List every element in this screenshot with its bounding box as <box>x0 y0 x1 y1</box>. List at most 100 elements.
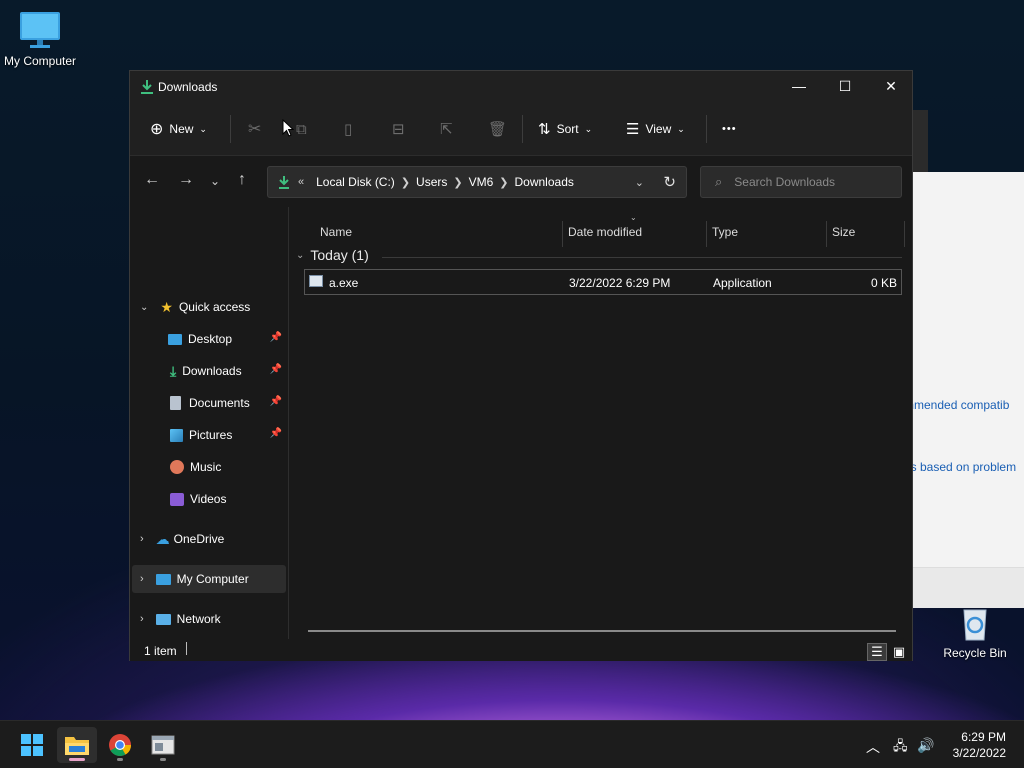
address-history-chevron-icon[interactable]: ⌄ <box>635 176 644 189</box>
desktop-icon-recycle-bin[interactable]: Recycle Bin <box>935 608 1015 660</box>
maximize-button[interactable]: ☐ <box>822 71 868 101</box>
breadcrumb-local-disk[interactable]: Local Disk (C:) <box>316 175 395 189</box>
chevron-up-icon[interactable]: ︿ <box>866 737 880 757</box>
taskbar-file-explorer[interactable] <box>57 727 97 763</box>
videos-icon <box>170 492 184 506</box>
nav-quick-access[interactable]: ⌄ ★ Quick access <box>132 293 286 321</box>
taskbar-chrome[interactable] <box>100 727 140 763</box>
column-header-type[interactable]: Type <box>712 217 738 247</box>
downloads-icon <box>141 80 153 94</box>
share-button[interactable]: ⇱ <box>440 117 453 141</box>
status-bar: 1 item <box>130 639 912 661</box>
nav-item-desktop[interactable]: Desktop 📌 <box>132 325 286 353</box>
recent-locations-chevron-icon[interactable]: ⌄ <box>210 174 220 188</box>
nav-label: Network <box>176 612 221 626</box>
file-size: 0 KB <box>870 276 897 290</box>
column-divider[interactable] <box>706 221 707 247</box>
address-bar[interactable]: « Local Disk (C:) ❯ Users ❯ VM6 ❯ Downlo… <box>267 166 687 198</box>
delete-button[interactable]: 🗑 <box>488 117 507 141</box>
address-row: ← → ⌄ ↑ « Local Disk (C:) ❯ Users ❯ VM6 … <box>130 156 912 206</box>
column-divider[interactable] <box>826 221 827 247</box>
horizontal-scrollbar[interactable] <box>308 630 896 632</box>
chevron-right-icon: ❯ <box>499 176 509 189</box>
nav-label: Pictures <box>189 428 233 442</box>
nav-onedrive[interactable]: › ☁ OneDrive <box>132 525 286 553</box>
minimize-button[interactable]: — <box>776 71 822 101</box>
new-label: New <box>169 122 194 136</box>
nav-my-computer[interactable]: › My Computer <box>132 565 286 593</box>
chevron-right-icon: ❯ <box>453 176 463 189</box>
sort-indicator-icon: ⌄ <box>630 213 637 222</box>
rename-icon: ⊟ <box>392 121 405 138</box>
computer-icon <box>155 573 171 585</box>
start-button[interactable] <box>12 727 52 763</box>
new-button[interactable]: ⊕ New ⌄ <box>150 117 207 141</box>
volume-icon[interactable]: 🔊 <box>917 737 934 754</box>
running-indicator <box>117 758 123 761</box>
details-view-icon[interactable]: ☰ <box>867 643 887 661</box>
refresh-icon[interactable]: ↻ <box>663 173 676 191</box>
tiles-view-icon[interactable]: ▣ <box>889 643 909 661</box>
sort-button[interactable]: ⇅ Sort ⌄ <box>538 117 592 141</box>
breadcrumb-downloads[interactable]: Downloads <box>515 175 574 189</box>
title-bar[interactable]: Downloads — ☐ ✕ <box>130 71 912 103</box>
scissors-icon: ✂ <box>248 121 262 138</box>
search-box[interactable]: ⌕ Search Downloads <box>700 166 902 198</box>
command-bar: ⊕ New ⌄ ✂ ⧉ ▯ ⊟ ⇱ 🗑 ⇅ Sort ⌄ ☰ View ⌄ ••… <box>130 103 912 156</box>
cloud-icon: ☁ <box>155 530 170 547</box>
star-icon: ★ <box>160 298 173 315</box>
compat-link[interactable]: mmended compatib <box>912 398 1009 412</box>
view-button[interactable]: ☰ View ⌄ <box>626 117 685 141</box>
plus-circle-icon: ⊕ <box>150 121 164 138</box>
cut-button[interactable]: ✂ <box>248 117 261 141</box>
nav-item-videos[interactable]: Videos <box>132 485 286 513</box>
copy-button[interactable]: ⧉ <box>296 117 307 141</box>
clock[interactable]: 6:29 PM 3/22/2022 <box>953 729 1006 761</box>
breadcrumb-vm6[interactable]: VM6 <box>469 175 494 189</box>
nav-item-documents[interactable]: Documents 📌 <box>132 389 286 417</box>
breadcrumb-users[interactable]: Users <box>416 175 447 189</box>
nav-item-pictures[interactable]: Pictures 📌 <box>132 421 286 449</box>
search-placeholder: Search Downloads <box>734 175 836 189</box>
problem-link[interactable]: gs based on problem <box>912 460 1016 474</box>
nav-item-downloads[interactable]: ⤓ Downloads 📌 <box>132 357 286 385</box>
sort-label: Sort <box>556 122 579 136</box>
overflow-crumb[interactable]: « <box>298 176 304 188</box>
pin-icon: 📌 <box>269 364 282 375</box>
nav-label: Videos <box>190 492 227 506</box>
window-title: Downloads <box>158 80 218 94</box>
column-header-size[interactable]: Size <box>832 217 855 247</box>
forward-arrow-icon[interactable]: → <box>178 171 194 189</box>
nav-item-music[interactable]: Music <box>132 453 286 481</box>
toolbar-divider <box>230 115 231 143</box>
nav-label: Quick access <box>178 300 251 314</box>
taskbar-app[interactable] <box>143 727 183 763</box>
file-name: a.exe <box>329 276 359 290</box>
active-indicator <box>69 758 85 761</box>
desktop-icon-my-computer[interactable]: My Computer <box>0 10 80 68</box>
desktop-icon-label: My Computer <box>3 54 77 68</box>
table-row[interactable]: a.exe 3/22/2022 6:29 PM Application 0 KB <box>304 269 902 295</box>
close-button[interactable]: ✕ <box>868 71 914 101</box>
nav-label: Desktop <box>188 332 233 346</box>
up-arrow-icon[interactable]: ↑ <box>238 171 246 189</box>
column-divider[interactable] <box>562 221 563 247</box>
network-status-icon[interactable]: 🖧 <box>893 737 908 759</box>
group-header[interactable]: ⌄ Today (1) <box>296 247 369 263</box>
background-window[interactable]: mmended compatib gs based on problem <box>912 172 1024 608</box>
nav-network[interactable]: › Network <box>132 605 286 633</box>
column-header-name[interactable]: Name <box>320 217 352 247</box>
rename-button[interactable]: ⊟ <box>392 117 405 141</box>
chevron-down-icon: ⌄ <box>140 301 149 313</box>
downloads-icon: ⤓ <box>170 362 177 379</box>
back-arrow-icon[interactable]: ← <box>144 171 160 189</box>
downloads-icon <box>279 175 289 189</box>
pictures-icon <box>170 428 183 442</box>
sort-arrows-icon: ⇅ <box>538 121 551 138</box>
paste-button[interactable]: ▯ <box>344 117 352 141</box>
clock-time: 6:29 PM <box>961 730 1006 744</box>
pane-divider[interactable] <box>288 207 289 639</box>
explorer-window[interactable]: Downloads — ☐ ✕ ⊕ New ⌄ ✂ ⧉ ▯ ⊟ ⇱ 🗑 ⇅ So… <box>129 70 913 661</box>
column-divider[interactable] <box>904 221 905 247</box>
more-options-button[interactable]: ••• <box>722 117 737 141</box>
